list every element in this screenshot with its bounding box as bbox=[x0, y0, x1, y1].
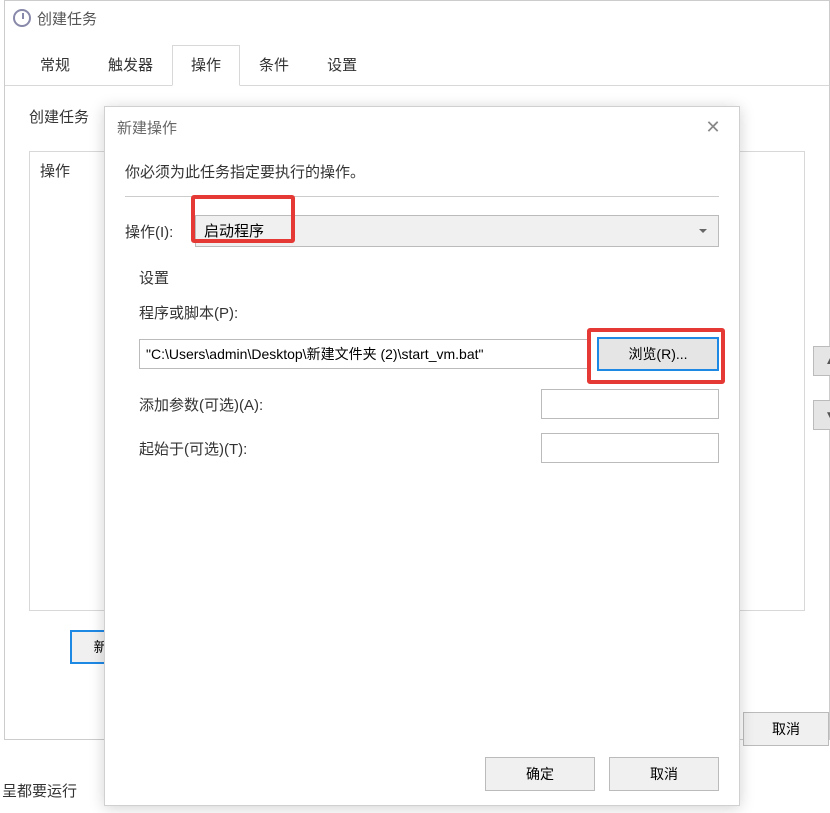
parent-footer: 取消 bbox=[743, 712, 829, 746]
parent-titlebar: 创建任务 bbox=[5, 1, 829, 35]
tab-general[interactable]: 常规 bbox=[21, 45, 89, 86]
bottom-partial-text: 呈都要运行 bbox=[2, 780, 77, 801]
settings-area: 程序或脚本(P): 浏览(R)... 添加参数(可选)(A): 起始于(可选)(… bbox=[125, 288, 719, 463]
parent-title: 创建任务 bbox=[37, 8, 97, 29]
cancel-button[interactable]: 取消 bbox=[609, 757, 719, 791]
action-label: 操作(I): bbox=[125, 221, 195, 242]
action-combo-wrap: 启动程序 bbox=[195, 215, 719, 247]
ok-button[interactable]: 确定 bbox=[485, 757, 595, 791]
args-label: 添加参数(可选)(A): bbox=[139, 394, 263, 415]
tab-conditions[interactable]: 条件 bbox=[240, 45, 308, 86]
args-input[interactable] bbox=[541, 389, 719, 419]
actions-column-header: 操作 bbox=[40, 163, 70, 180]
settings-section-label: 设置 bbox=[125, 267, 719, 288]
clock-icon bbox=[13, 9, 31, 27]
action-select[interactable]: 启动程序 bbox=[195, 215, 719, 247]
program-label: 程序或脚本(P): bbox=[139, 302, 719, 323]
parent-cancel-button[interactable]: 取消 bbox=[743, 712, 829, 746]
startin-label: 起始于(可选)(T): bbox=[139, 438, 247, 459]
modal-title: 新建操作 bbox=[117, 117, 177, 138]
move-down-button[interactable]: ▼ bbox=[813, 400, 830, 430]
tab-actions[interactable]: 操作 bbox=[172, 45, 240, 86]
new-action-dialog: 新建操作 ✕ 你必须为此任务指定要执行的操作。 操作(I): 启动程序 设置 程… bbox=[104, 106, 740, 806]
tab-triggers[interactable]: 触发器 bbox=[89, 45, 172, 86]
modal-titlebar: 新建操作 ✕ bbox=[105, 107, 739, 147]
reorder-buttons: ▲ ▼ bbox=[813, 346, 830, 454]
move-up-button[interactable]: ▲ bbox=[813, 346, 830, 376]
modal-footer: 确定 取消 bbox=[485, 757, 719, 791]
program-path-input[interactable] bbox=[139, 339, 589, 369]
browse-button[interactable]: 浏览(R)... bbox=[597, 337, 719, 371]
close-icon[interactable]: ✕ bbox=[699, 113, 727, 141]
action-field-row: 操作(I): 启动程序 bbox=[125, 215, 719, 247]
modal-instruction: 你必须为此任务指定要执行的操作。 bbox=[125, 161, 719, 197]
tab-settings[interactable]: 设置 bbox=[308, 45, 376, 86]
modal-body: 你必须为此任务指定要执行的操作。 操作(I): 启动程序 设置 程序或脚本(P)… bbox=[105, 147, 739, 463]
startin-input[interactable] bbox=[541, 433, 719, 463]
tab-bar: 常规 触发器 操作 条件 设置 bbox=[5, 35, 829, 86]
